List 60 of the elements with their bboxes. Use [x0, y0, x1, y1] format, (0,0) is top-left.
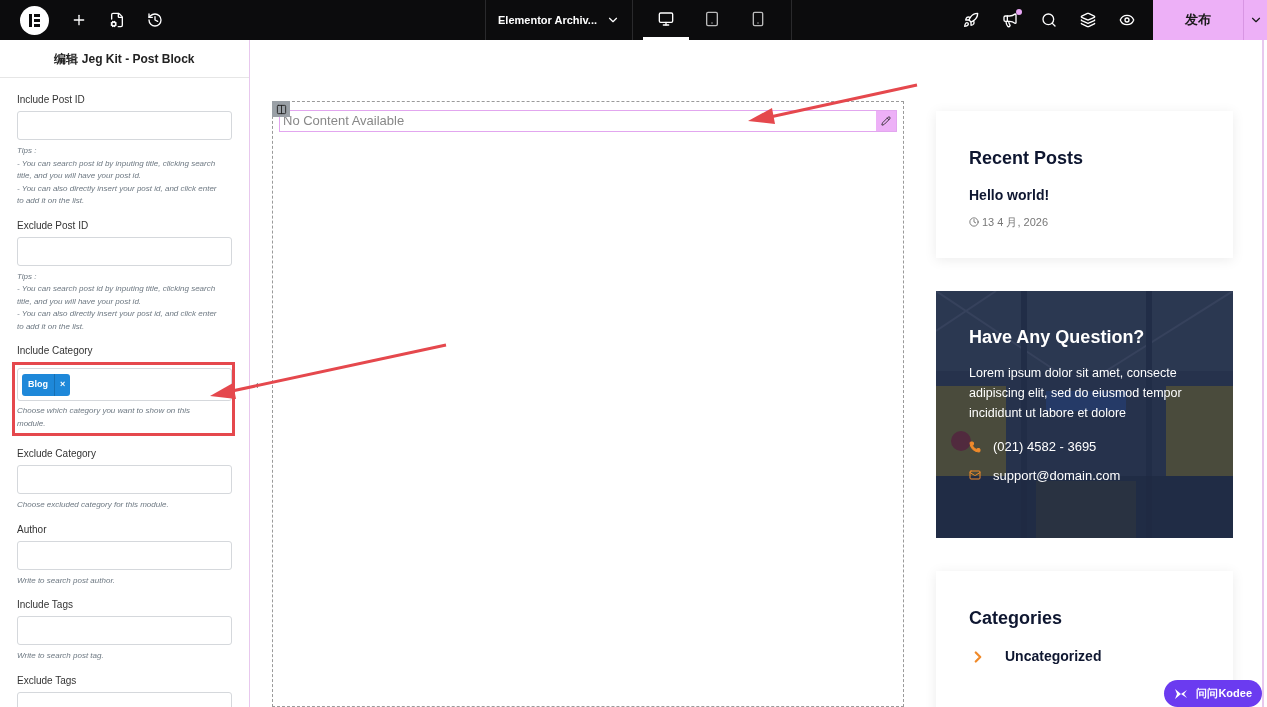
- preview-icon[interactable]: [1119, 12, 1135, 28]
- panel-title: 编辑 Jeg Kit - Post Block: [54, 50, 195, 68]
- document-dropdown[interactable]: Elementor Archiv...: [485, 0, 633, 40]
- logo-icon[interactable]: [20, 5, 49, 35]
- control-hint: Write to search post tag.: [17, 650, 105, 662]
- search-icon[interactable]: [1041, 12, 1057, 28]
- phone-icon: [969, 440, 981, 453]
- add-icon[interactable]: [71, 12, 87, 28]
- post-title[interactable]: Hello world!: [969, 185, 1200, 206]
- widget-message: No Content Available: [282, 112, 405, 131]
- desktop-icon: [658, 10, 674, 27]
- tablet-icon: [704, 10, 720, 27]
- card-title: Categories: [969, 607, 1064, 630]
- control-label: Exclude Post ID: [17, 218, 90, 233]
- control-hint: - You can also directly insert your post id, and click enter to add it on the list.: [17, 308, 218, 333]
- edit-widget-button[interactable]: [876, 111, 896, 131]
- widget-box[interactable]: No Content Available: [279, 110, 897, 132]
- control-label: Exclude Tags: [17, 673, 78, 688]
- control-hint: Tips :: [17, 145, 38, 157]
- post-date: 13 4 月, 2026: [982, 215, 1049, 230]
- mail-icon: [969, 469, 981, 482]
- control-label: Exclude Category: [17, 447, 97, 461]
- control-hint: Tips :: [17, 270, 38, 283]
- control-label: Include Tags: [17, 598, 74, 612]
- card-title: Recent Posts: [969, 147, 1085, 170]
- control-label: Include Post ID: [17, 93, 86, 107]
- tag-label: Blog: [27, 377, 49, 391]
- category-link[interactable]: Uncategorized: [1005, 646, 1102, 667]
- clock-icon: [969, 217, 979, 228]
- email-address: support@domain.com: [993, 466, 1121, 485]
- text-field[interactable]: [17, 616, 232, 645]
- pencil-icon: [881, 116, 891, 126]
- control-hint: - You can also directly insert your post id, and click enter to add it on the list.: [17, 182, 218, 207]
- control-hint: - You can search post id by inputing title, clicking search title, and you will have your post id.: [17, 157, 217, 182]
- layers-icon[interactable]: [1080, 12, 1096, 28]
- control-label: Include Category: [17, 344, 94, 358]
- mobile-icon: [750, 10, 766, 27]
- card-text: Lorem ipsum dolor sit amet, consecte adipiscing elit, sed do eiusmod tempor incididunt ut labore et dolore: [969, 365, 1183, 422]
- columns-icon: [275, 103, 287, 115]
- sparkle-icon: [1174, 686, 1189, 701]
- page-settings-icon[interactable]: [109, 12, 125, 28]
- text-field[interactable]: [17, 236, 232, 266]
- card-title: Have Any Question?: [969, 326, 1146, 349]
- text-field[interactable]: [17, 465, 232, 494]
- text-field[interactable]: [17, 540, 232, 570]
- control-label: Author: [17, 522, 48, 537]
- control-hint: - You can search post id by inputing title, clicking search title, and you will have your post id.: [17, 283, 217, 308]
- publish-button[interactable]: 发布: [1153, 0, 1243, 40]
- tag-remove-button[interactable]: ×: [54, 373, 71, 396]
- history-icon[interactable]: [147, 12, 163, 28]
- control-hint: Choose which category you want to show on this module.: [17, 405, 191, 430]
- rocket-icon[interactable]: [963, 12, 979, 28]
- assistant-button[interactable]: 问问Kodee: [1164, 680, 1262, 707]
- tag-field[interactable]: Blog ×: [17, 368, 232, 401]
- phone-number: (021) 4582 - 3695: [993, 438, 1097, 456]
- text-field[interactable]: [17, 111, 232, 140]
- control-hint: Choose excluded category for this module.: [17, 499, 170, 511]
- megaphone-icon[interactable]: [1002, 12, 1018, 28]
- section-handle[interactable]: [272, 101, 290, 117]
- control-hint: Write to search post author.: [17, 574, 116, 587]
